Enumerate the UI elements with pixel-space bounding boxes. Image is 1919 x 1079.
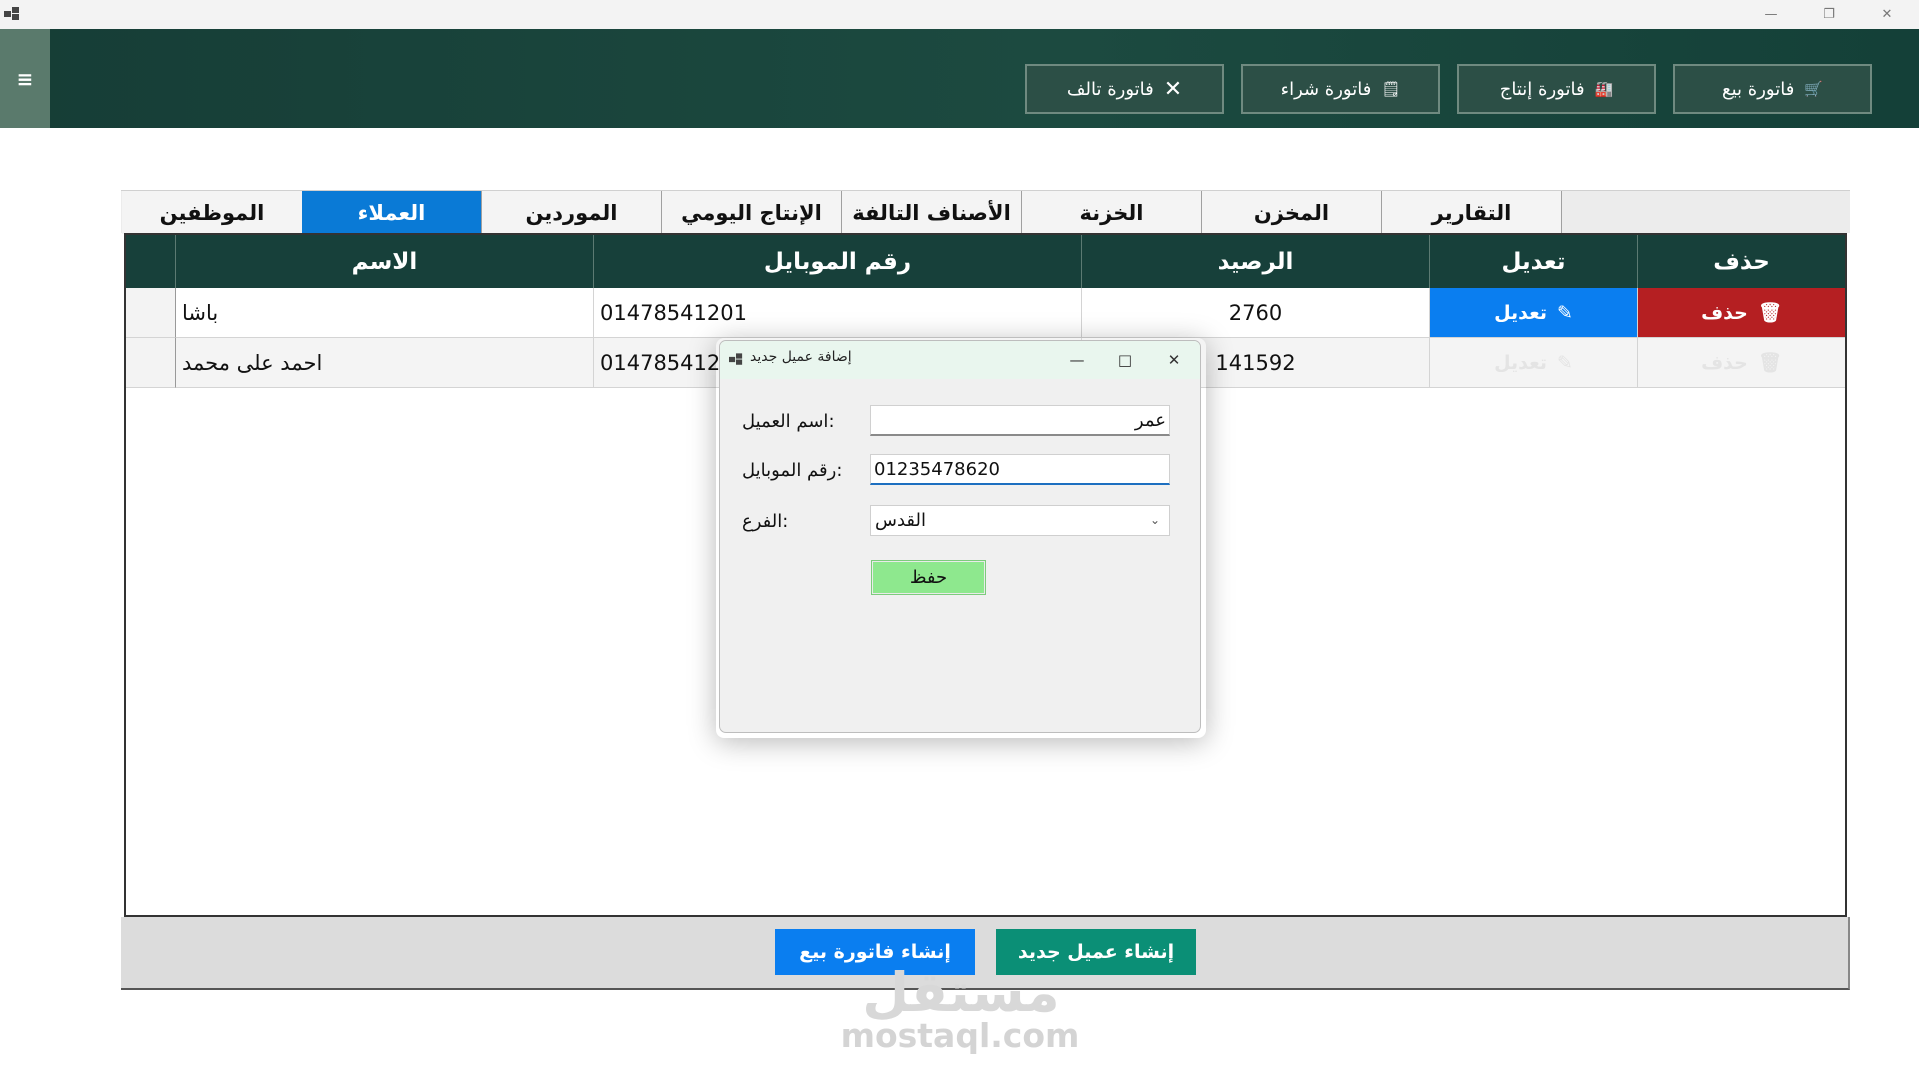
column-header-balance[interactable]: الرصيد [1082,235,1430,288]
app-header: ≡ 🛒 فاتورة بيع 🏭 فاتورة إنتاج 🗒 فاتورة ش… [0,29,1919,128]
cart-icon: 🛒 [1804,80,1823,98]
dialog-maximize-icon[interactable]: □ [1101,341,1149,379]
save-button[interactable]: حفظ [871,560,986,595]
column-header-delete[interactable]: حذف [1638,235,1845,288]
edit-row-button[interactable]: ✎ تعديل [1430,338,1638,388]
column-header-name[interactable]: الاسم [176,235,594,288]
mobile-label: رقم الموبايل: [742,460,843,481]
dialog-minimize-icon[interactable]: — [1053,341,1101,379]
watermark-text: mostaql.com [840,1016,1080,1055]
app-icon [4,7,19,20]
pencil-icon: ✎ [1557,301,1573,324]
close-icon[interactable]: ✕ [1864,0,1910,29]
dialog-app-icon [729,353,743,365]
dialog-close-icon[interactable]: ✕ [1150,341,1198,379]
cell-customer-name[interactable]: احمد على محمد [176,338,594,388]
pencil-icon: ✎ [1557,351,1573,374]
watermark-logo: مستقل [862,961,1060,1024]
trash-icon: 🗑 [1757,352,1782,374]
main-tabs: التقارير المخزن الخزنة الأصناف التالفة ا… [121,190,1850,234]
dialog-titlebar[interactable]: إضافة عميل جديد — □ ✕ [720,341,1200,379]
restore-icon[interactable]: ❐ [1806,0,1852,29]
damaged-invoice-button[interactable]: ✕ فاتورة تالف [1025,64,1224,114]
delete-row-button[interactable]: 🗑 حذف [1638,338,1845,388]
tab-reports[interactable]: التقارير [1382,191,1562,234]
factory-icon: 🏭 [1594,80,1614,98]
hamburger-menu-icon[interactable]: ≡ [0,29,50,128]
tab-daily-production[interactable]: الإنتاج اليومي [662,191,842,234]
cell-mobile[interactable]: 01478541201 [594,288,1082,338]
cell-customer-name[interactable]: باشا [176,288,594,338]
row-selector[interactable] [126,288,176,338]
tab-suppliers[interactable]: الموردين [482,191,662,234]
sales-invoice-button[interactable]: 🛒 فاتورة بيع [1673,64,1872,114]
minimize-icon[interactable]: — [1748,0,1794,29]
tab-warehouse[interactable]: المخزن [1202,191,1382,234]
window-titlebar: — ❐ ✕ [0,0,1919,29]
receipt-icon: 🗒 [1381,80,1401,98]
column-header-mobile[interactable]: رقم الموبايل [594,235,1082,288]
tab-customers[interactable]: العملاء [302,191,482,234]
tab-damaged-items[interactable]: الأصناف التالفة [842,191,1022,234]
row-selector[interactable] [126,338,176,388]
add-customer-dialog: إضافة عميل جديد — □ ✕ اسم العميل: عمر رق… [719,340,1201,733]
x-icon: ✕ [1163,76,1183,102]
delete-row-button[interactable]: 🗑 حذف [1638,288,1845,338]
chevron-down-icon[interactable]: ⌄ [1150,513,1160,527]
mobile-input[interactable]: 01235478620 [870,454,1170,485]
production-invoice-button[interactable]: 🏭 فاتورة إنتاج [1457,64,1656,114]
row-selector-header [126,235,176,288]
customer-name-label: اسم العميل: [742,411,835,432]
branch-select[interactable]: القدس [870,505,1170,536]
dialog-title: إضافة عميل جديد [750,349,852,365]
branch-label: الفرع: [742,511,789,532]
edit-row-button[interactable]: ✎ تعديل [1430,288,1638,338]
trash-icon: 🗑 [1757,302,1782,324]
column-header-edit[interactable]: تعديل [1430,235,1638,288]
customer-name-input[interactable]: عمر [870,405,1170,436]
cell-balance[interactable]: 2760 [1082,288,1430,338]
tab-employees[interactable]: الموظفين [122,191,302,234]
purchase-invoice-button[interactable]: 🗒 فاتورة شراء [1241,64,1440,114]
tab-treasury[interactable]: الخزنة [1022,191,1202,234]
